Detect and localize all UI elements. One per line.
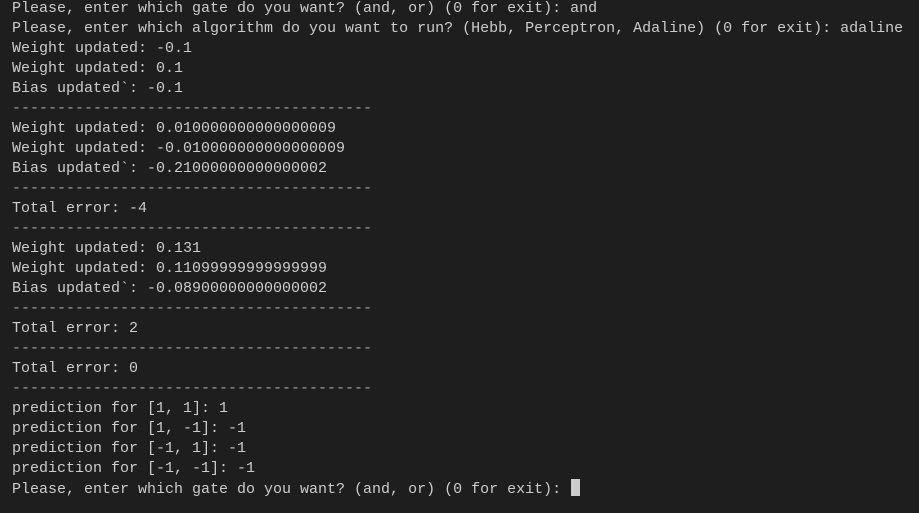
output-line: Weight updated: 0.131 (12, 240, 202, 257)
separator-line: ---------------------------------------- (12, 220, 373, 237)
output-line: Bias updated`: -0.21000000000000002 (12, 160, 328, 177)
separator-line: ---------------------------------------- (12, 340, 373, 357)
terminal-window[interactable]: Please, enter which gate do you want? (a… (0, 0, 919, 512)
text-cursor (571, 479, 581, 496)
user-input: adaline (840, 20, 904, 37)
prompt-text: Please, enter which gate do you want? (a… (12, 0, 571, 17)
output-line: Weight updated: -0.1 (12, 40, 193, 57)
prediction-line: prediction for [1, 1]: 1 (12, 400, 229, 417)
output-line: Weight updated: 0.1 (12, 60, 184, 77)
separator-line: ---------------------------------------- (12, 180, 373, 197)
output-line: Bias updated`: -0.08900000000000002 (12, 280, 328, 297)
user-input: and (570, 0, 598, 17)
separator-line: ---------------------------------------- (12, 380, 373, 397)
prompt-text: Please, enter which gate do you want? (a… (12, 481, 571, 498)
prediction-line: prediction for [-1, 1]: -1 (12, 440, 247, 457)
total-error-line: Total error: 0 (12, 360, 139, 377)
prediction-line: prediction for [-1, -1]: -1 (12, 460, 256, 477)
output-line: Weight updated: -0.010000000000000009 (12, 140, 346, 157)
separator-line: ---------------------------------------- (12, 300, 373, 317)
output-line: Weight updated: 0.11099999999999999 (12, 260, 328, 277)
prediction-line: prediction for [1, -1]: -1 (12, 420, 247, 437)
separator-line: ---------------------------------------- (12, 100, 373, 117)
total-error-line: Total error: 2 (12, 320, 139, 337)
total-error-line: Total error: -4 (12, 200, 148, 217)
prompt-line-algorithm: Please, enter which algorithm do you wan… (12, 19, 919, 39)
prompt-text: Please, enter which algorithm do you wan… (12, 20, 841, 37)
prompt-line-gate: Please, enter which gate do you want? (a… (12, 0, 919, 19)
current-prompt-line[interactable]: Please, enter which gate do you want? (a… (12, 479, 919, 499)
output-line: Weight updated: 0.010000000000000009 (12, 120, 337, 137)
output-line: Bias updated`: -0.1 (12, 80, 184, 97)
